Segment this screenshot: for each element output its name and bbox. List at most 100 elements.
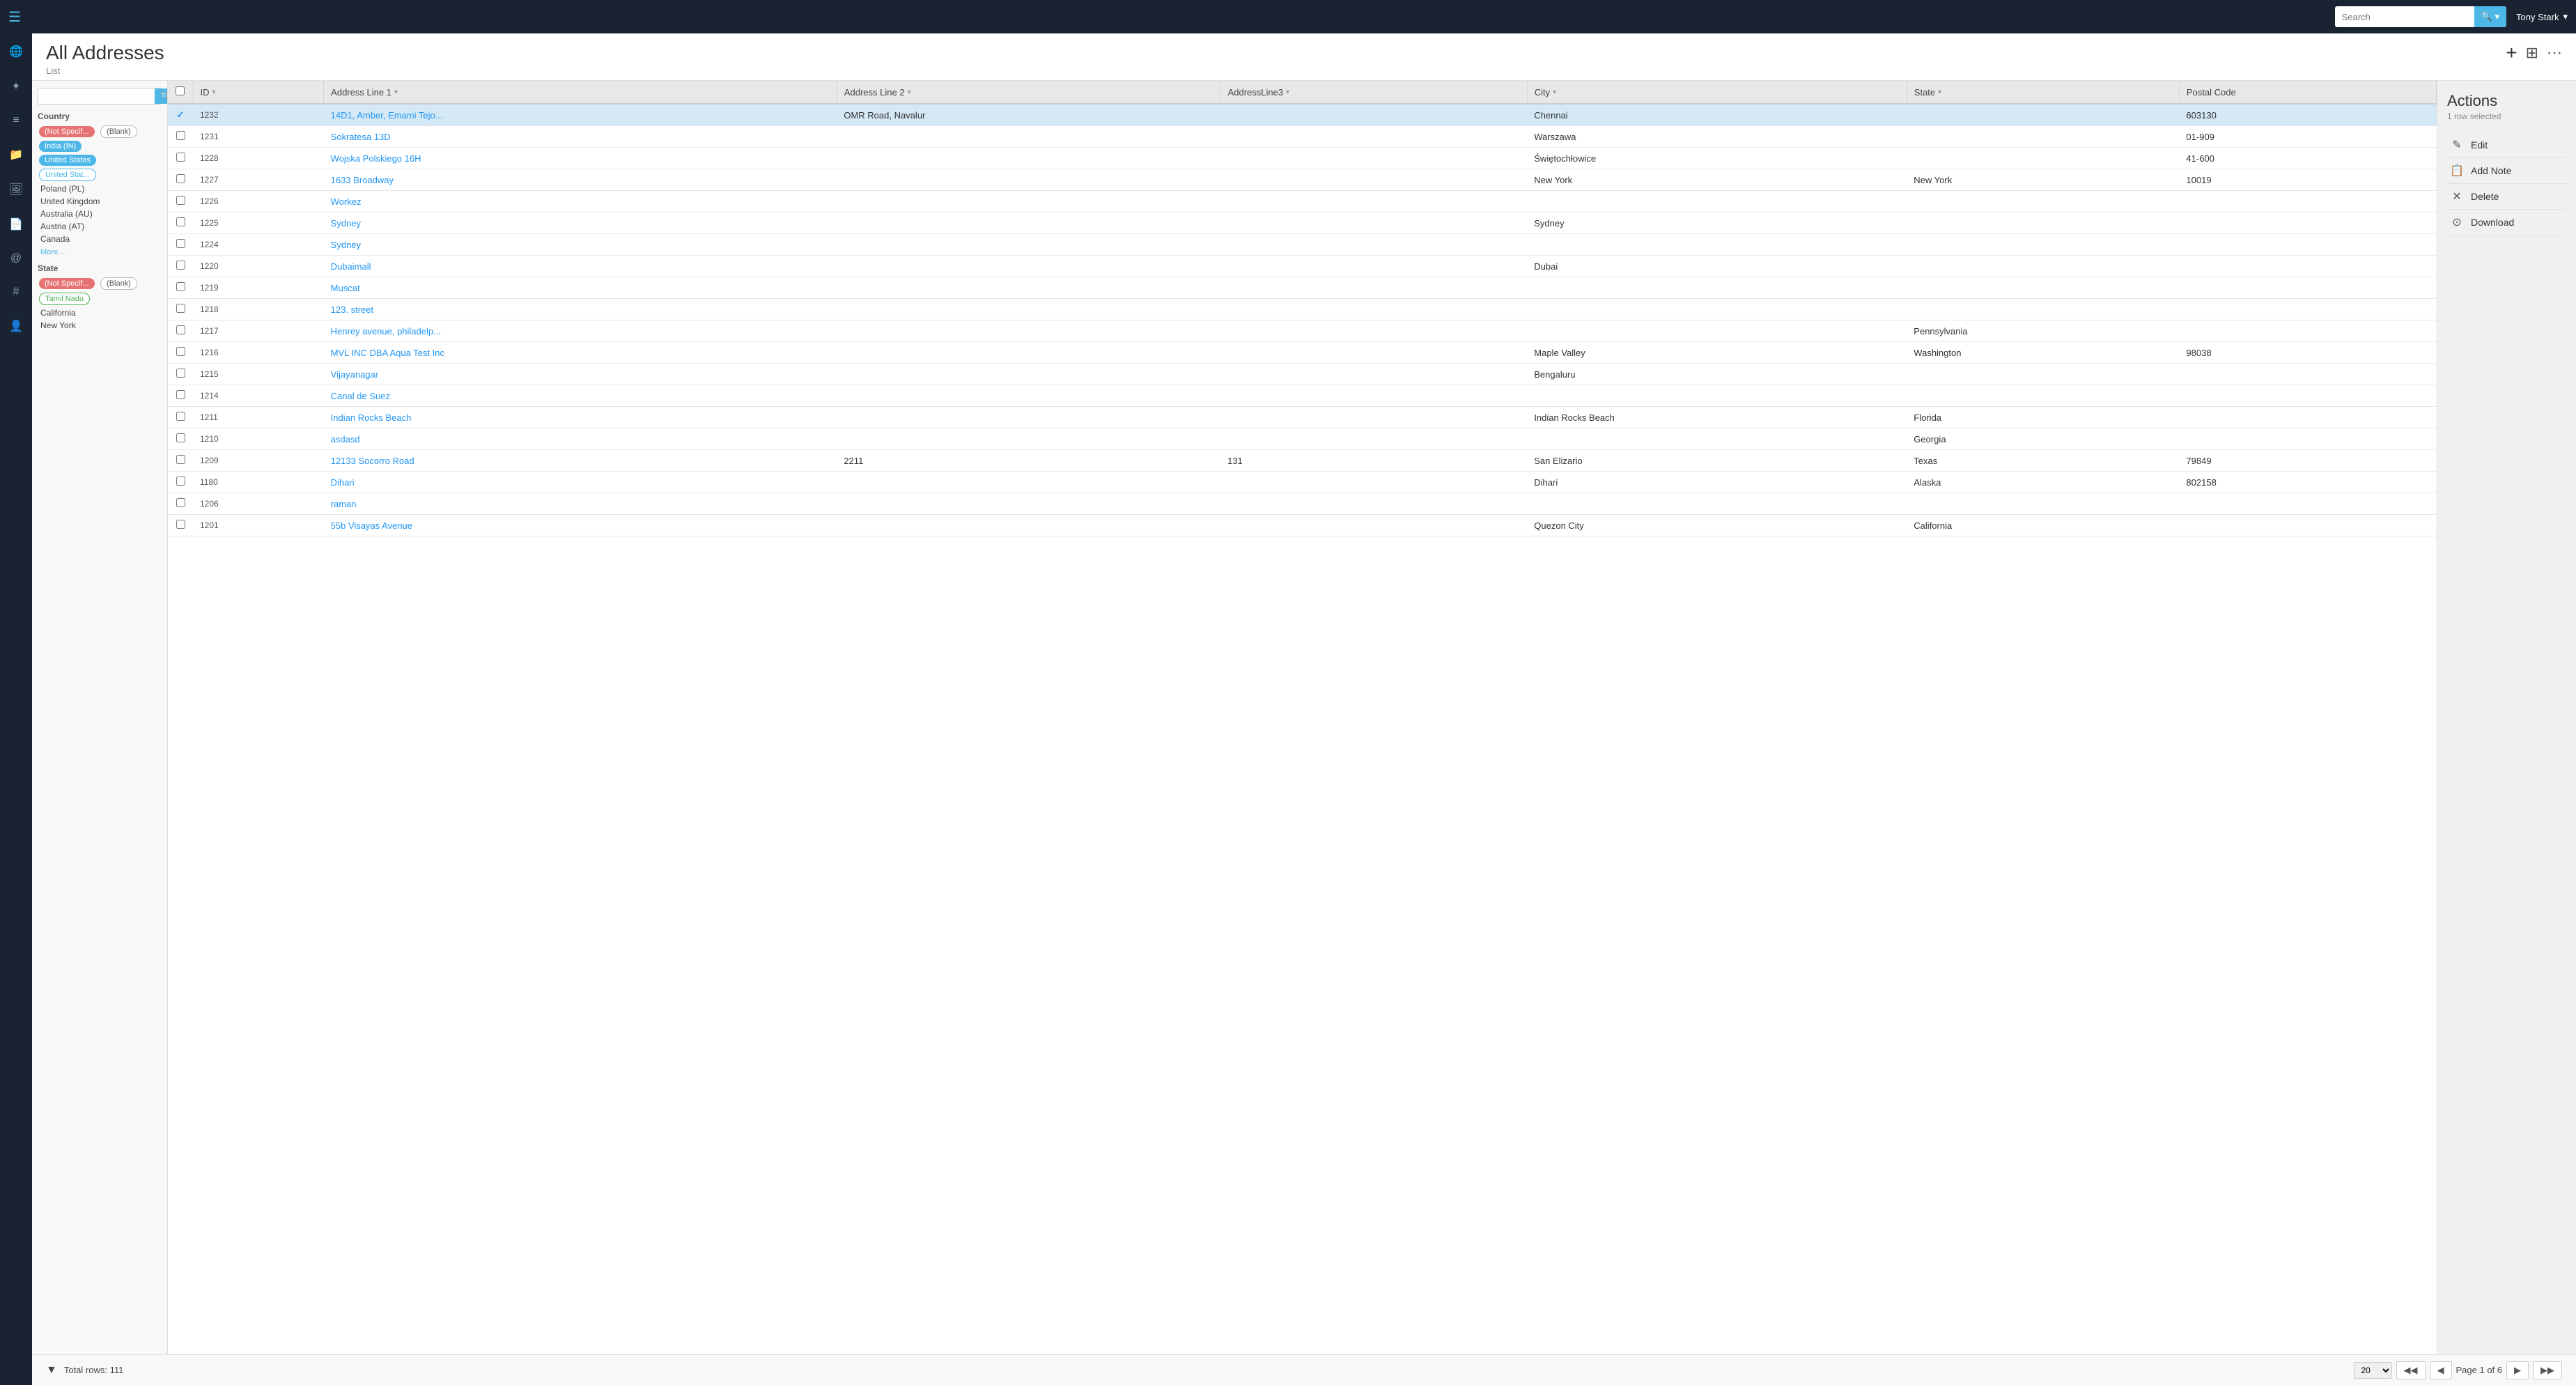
person-icon[interactable]: 👤: [5, 315, 27, 337]
filter-toggle-icon[interactable]: ▼: [46, 1364, 57, 1377]
col-addr1[interactable]: Address Line 1 ▾: [324, 81, 837, 104]
select-all-checkbox[interactable]: [176, 86, 185, 95]
row-addr1[interactable]: Muscat: [324, 277, 837, 299]
row-checkbox-cell[interactable]: [168, 299, 193, 320]
row-checkbox-cell[interactable]: [168, 277, 193, 299]
row-checkbox[interactable]: [176, 282, 185, 291]
next-page-button[interactable]: ▶: [2506, 1361, 2529, 1379]
filter-blank-country[interactable]: (Blank): [100, 125, 137, 138]
row-checkbox[interactable]: [176, 325, 185, 334]
row-addr1[interactable]: 1633 Broadway: [324, 169, 837, 191]
row-checkbox-cell[interactable]: [168, 169, 193, 191]
row-addr1[interactable]: 12133 Socorro Road: [324, 450, 837, 472]
email-icon[interactable]: @: [6, 248, 26, 269]
row-checkbox-cell[interactable]: [168, 428, 193, 450]
add-button[interactable]: +: [2506, 42, 2517, 64]
row-checkbox-cell[interactable]: [168, 407, 193, 428]
delete-action[interactable]: ✕ Delete: [2447, 184, 2566, 210]
hamburger-icon[interactable]: ☰: [8, 8, 21, 26]
edit-action[interactable]: ✎ Edit: [2447, 132, 2566, 158]
filter-search-button[interactable]: 🔍: [155, 88, 168, 104]
row-checkbox[interactable]: [176, 261, 185, 270]
filter-united-kingdom[interactable]: United Kingdom: [38, 195, 162, 208]
image-icon[interactable]: 🖼: [5, 178, 27, 201]
row-checkbox[interactable]: [176, 239, 185, 248]
row-checkbox-cell[interactable]: ✓: [168, 104, 193, 126]
layers-icon[interactable]: ≡: [8, 110, 23, 131]
row-checkbox[interactable]: [176, 196, 185, 205]
filter-tamil-nadu[interactable]: Tamil Nadu: [39, 293, 90, 305]
col-id[interactable]: ID ▾: [193, 81, 324, 104]
row-addr1[interactable]: asdasd: [324, 428, 837, 450]
row-checkbox[interactable]: [176, 174, 185, 183]
col-city[interactable]: City ▾: [1527, 81, 1907, 104]
row-addr1[interactable]: Workez: [324, 191, 837, 212]
row-checkbox-cell[interactable]: [168, 148, 193, 169]
grid-view-button[interactable]: ⊞: [2526, 44, 2538, 62]
filter-country-more[interactable]: More....: [38, 247, 69, 258]
row-checkbox-cell[interactable]: [168, 234, 193, 256]
row-checkbox[interactable]: [176, 412, 185, 421]
download-action[interactable]: ⊙ Download: [2447, 210, 2566, 235]
filter-poland[interactable]: Poland (PL): [38, 183, 162, 195]
row-checkbox[interactable]: [176, 347, 185, 356]
globe-icon[interactable]: 🌐: [5, 40, 27, 63]
row-checkbox-cell[interactable]: [168, 472, 193, 493]
row-addr1[interactable]: 14D1, Amber, Emami Tejo...: [324, 104, 837, 126]
row-checkbox[interactable]: [176, 369, 185, 378]
row-addr1[interactable]: Vijayanagar: [324, 364, 837, 385]
row-checkbox[interactable]: [176, 477, 185, 486]
filter-not-specified-country[interactable]: (Not Specif...: [39, 126, 95, 137]
row-checkbox-cell[interactable]: [168, 493, 193, 515]
select-all-header[interactable]: [168, 81, 193, 104]
row-addr1[interactable]: Indian Rocks Beach: [324, 407, 837, 428]
chart-icon[interactable]: ✦: [7, 75, 24, 98]
table-container[interactable]: ID ▾ Address Line 1 ▾: [168, 81, 2437, 1354]
row-addr1[interactable]: 123. street: [324, 299, 837, 320]
row-checkbox[interactable]: [176, 433, 185, 442]
col-addr2[interactable]: Address Line 2 ▾: [837, 81, 1220, 104]
filter-not-specified-state[interactable]: (Not Specif...: [39, 278, 95, 289]
filter-new-york[interactable]: New York: [38, 319, 162, 332]
row-addr1[interactable]: Henrey avenue, philadelp...: [324, 320, 837, 342]
add-note-action[interactable]: 📋 Add Note: [2447, 158, 2566, 184]
row-addr1[interactable]: Sydney: [324, 234, 837, 256]
row-checkbox-cell[interactable]: [168, 212, 193, 234]
folder-icon[interactable]: 📁: [5, 144, 27, 166]
row-checkbox-cell[interactable]: [168, 126, 193, 148]
row-addr1[interactable]: raman: [324, 493, 837, 515]
col-postal[interactable]: Postal Code: [2179, 81, 2436, 104]
row-checkbox-cell[interactable]: [168, 364, 193, 385]
col-state[interactable]: State ▾: [1907, 81, 2179, 104]
row-checkbox-cell[interactable]: [168, 515, 193, 536]
row-checkbox[interactable]: [176, 304, 185, 313]
row-checkbox[interactable]: [176, 153, 185, 162]
row-checkbox-cell[interactable]: [168, 320, 193, 342]
row-checkbox-cell[interactable]: [168, 191, 193, 212]
row-addr1[interactable]: Dubaimall: [324, 256, 837, 277]
row-checkbox-cell[interactable]: [168, 256, 193, 277]
row-addr1[interactable]: 55b Visayas Avenue: [324, 515, 837, 536]
filter-australia[interactable]: Australia (AU): [38, 208, 162, 220]
row-addr1[interactable]: Sydney: [324, 212, 837, 234]
row-checkbox-cell[interactable]: [168, 342, 193, 364]
filter-california[interactable]: California: [38, 307, 162, 319]
col-addr3[interactable]: AddressLine3 ▾: [1220, 81, 1527, 104]
filter-search-input[interactable]: [38, 88, 155, 104]
row-checkbox[interactable]: [176, 520, 185, 529]
row-checkbox-cell[interactable]: [168, 450, 193, 472]
last-page-button[interactable]: ▶▶: [2533, 1361, 2562, 1379]
prev-page-button[interactable]: ◀: [2430, 1361, 2452, 1379]
hash-icon[interactable]: #: [9, 281, 24, 302]
page-size-select[interactable]: 20 50 100: [2354, 1362, 2392, 1379]
filter-blank-state[interactable]: (Blank): [100, 277, 137, 290]
filter-united-stat-outline[interactable]: United Stat...: [39, 169, 96, 181]
search-button[interactable]: 🔍 ▾: [2474, 6, 2506, 27]
row-checkbox[interactable]: [176, 455, 185, 464]
filter-united-states[interactable]: United States: [39, 155, 96, 166]
filter-austria[interactable]: Austria (AT): [38, 220, 162, 233]
row-addr1[interactable]: MVL INC DBA Aqua Test Inc: [324, 342, 837, 364]
document-icon[interactable]: 📄: [5, 213, 27, 235]
filter-canada[interactable]: Canada: [38, 233, 162, 245]
row-checkbox[interactable]: [176, 498, 185, 507]
